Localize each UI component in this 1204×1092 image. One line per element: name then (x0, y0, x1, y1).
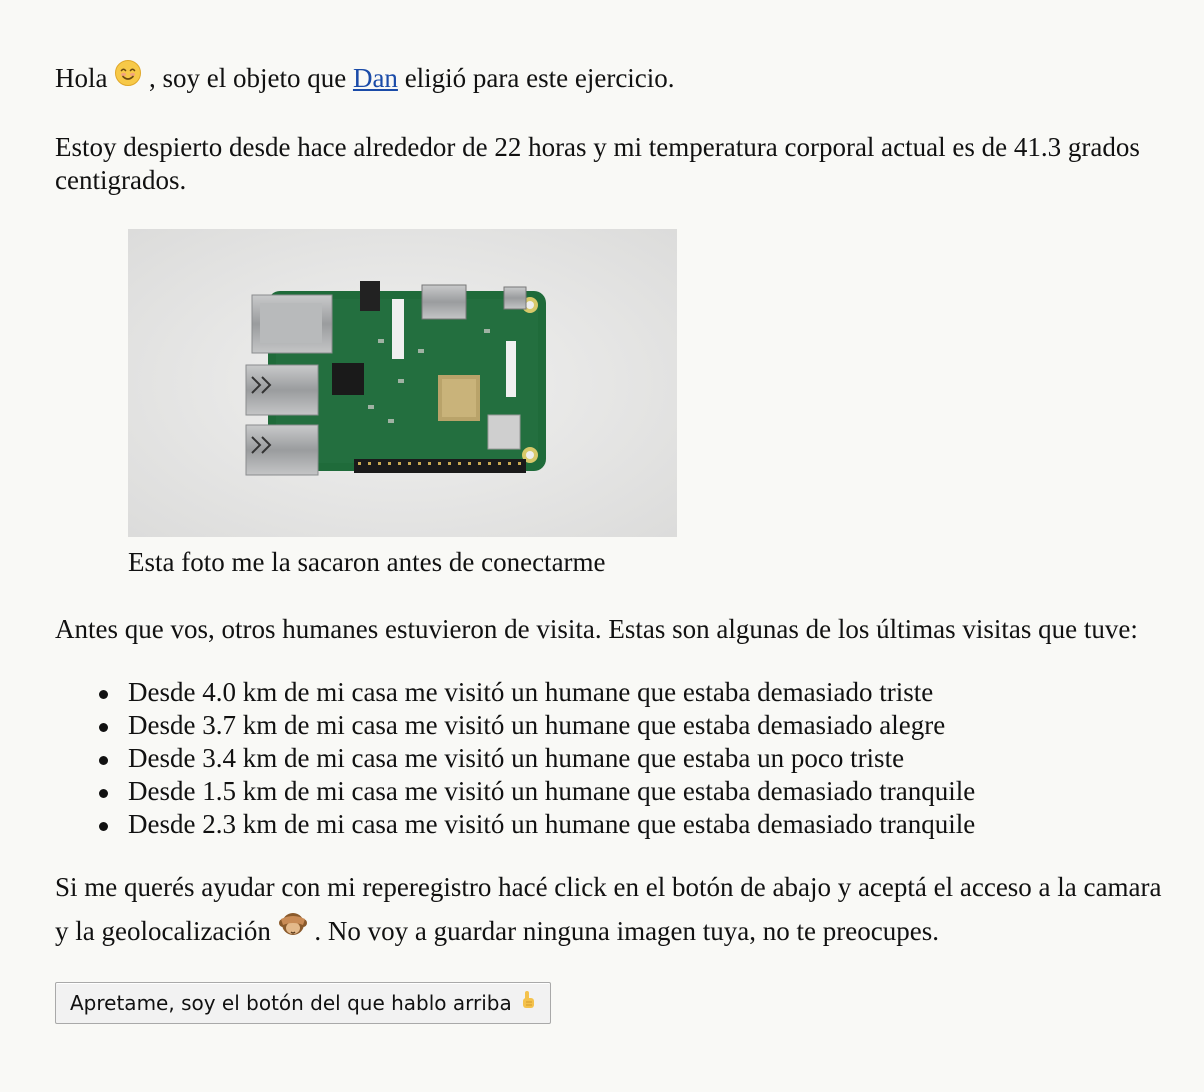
greeting-end: eligió para este ejercicio. (404, 63, 675, 93)
list-item: Desde 4.0 km de mi casa me visitó un hum… (99, 676, 1175, 709)
register-button-label: Apretame, soy el botón del que hablo arr… (70, 990, 512, 1015)
photo-figure: Esta foto me la sacaron antes de conecta… (128, 228, 1175, 579)
pointing-up-hand-icon (520, 983, 536, 1023)
help-paragraph: Si me querés ayudar con mi reperegistro … (55, 865, 1175, 956)
visits-list: Desde 4.0 km de mi casa me visitó un hum… (55, 676, 1175, 841)
list-item: Desde 3.7 km de mi casa me visitó un hum… (99, 709, 1175, 742)
greeting-hola: Hola (55, 63, 108, 93)
page-content: Hola , soy el objeto que Dan eligió para… (55, 59, 1175, 1024)
register-button[interactable]: Apretame, soy el botón del que hablo arr… (55, 981, 551, 1024)
intro-paragraph: Antes que vos, otros humanes estuvieron … (55, 613, 1138, 644)
list-item: Desde 2.3 km de mi casa me visitó un hum… (99, 808, 1175, 841)
list-item: Desde 1.5 km de mi casa me visitó un hum… (99, 775, 1175, 808)
status-paragraph: Estoy despierto desde hace alrededor de … (55, 131, 1140, 195)
raspberry-pi-photo (128, 228, 677, 537)
smiling-face-icon (114, 59, 142, 95)
photo-caption: Esta foto me la sacaron antes de conecta… (128, 546, 606, 577)
help-text-end: . No voy a guardar ninguna imagen tuya, … (314, 915, 939, 946)
greeting-paragraph: Hola , soy el objeto que Dan eligió para… (55, 59, 1175, 99)
dan-link[interactable]: Dan (353, 63, 398, 93)
list-item: Desde 3.4 km de mi casa me visitó un hum… (99, 742, 1175, 775)
see-no-evil-monkey-icon (278, 908, 308, 952)
greeting-middle: , soy el objeto que (148, 63, 347, 93)
